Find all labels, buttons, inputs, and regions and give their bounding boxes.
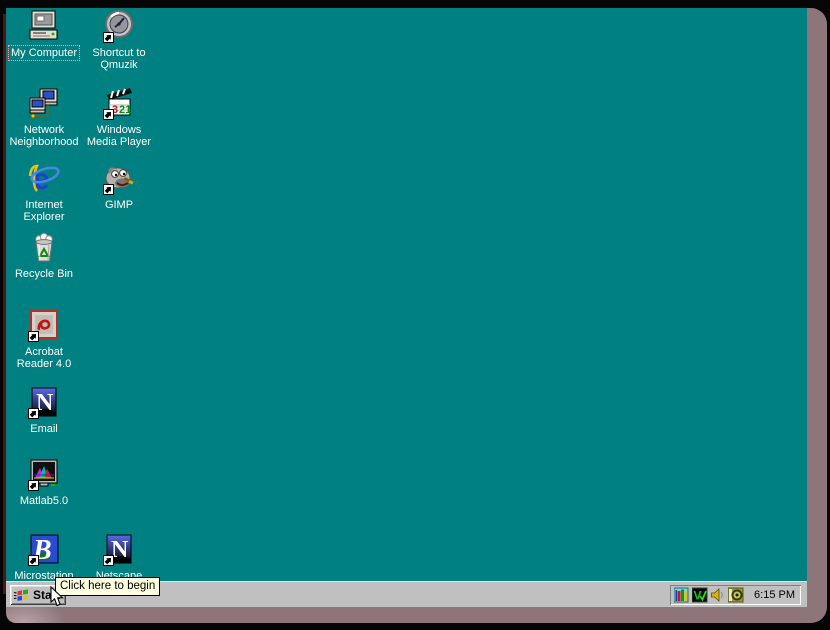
netscape-icon: N <box>103 533 135 565</box>
netscape-mail-icon: N <box>28 386 60 418</box>
desktop-icon-windows-media-player[interactable]: 3 21 Windows Media Player <box>81 87 157 150</box>
shortcut-arrow-icon <box>28 408 39 419</box>
shortcut-arrow-icon <box>103 109 114 120</box>
desktop-icon-gimp[interactable]: GIMP <box>81 162 157 213</box>
matlab-icon <box>28 458 60 490</box>
desktop-icon-qmuzik[interactable]: Shortcut to Qmuzik <box>81 10 157 73</box>
tray-clock[interactable]: 6:15 PM <box>754 589 795 601</box>
icon-label: Shortcut to Qmuzik <box>81 45 157 73</box>
shortcut-arrow-icon <box>103 32 114 43</box>
windows-media-player-icon: 3 21 <box>103 87 135 119</box>
acrobat-reader-icon <box>28 309 60 341</box>
screen: My Computer Shortcut to Qmuzik <box>6 8 807 607</box>
desktop-icon-network-neighborhood[interactable]: Network Neighborhood <box>6 87 82 150</box>
qmuzik-shortcut-icon <box>103 10 135 42</box>
desktop-icon-my-computer[interactable]: My Computer <box>6 10 82 61</box>
icon-label: Recycle Bin <box>12 266 76 282</box>
display-adapter-icon[interactable] <box>728 587 744 603</box>
vshield-antivirus-icon[interactable]: V <box>692 587 708 603</box>
internet-explorer-icon: e <box>28 162 60 194</box>
mouse-cursor-icon <box>50 586 65 607</box>
desktop-icon-recycle-bin[interactable]: Recycle Bin <box>6 231 82 282</box>
icon-label: Matlab5.0 <box>17 493 71 509</box>
recycle-bin-icon <box>28 231 60 263</box>
start-button-tooltip: Click here to begin <box>55 577 160 596</box>
icon-label: Network Neighborhood <box>6 122 82 150</box>
crt-photo-frame: My Computer Shortcut to Qmuzik <box>0 0 830 630</box>
shortcut-arrow-icon <box>28 480 39 491</box>
icon-label: Acrobat Reader 4.0 <box>6 344 82 372</box>
windows-logo-icon <box>14 588 30 603</box>
desktop-icon-email[interactable]: N Email <box>6 386 82 437</box>
desktop-icon-matlab[interactable]: Matlab5.0 <box>6 458 82 509</box>
system-tray: V 6:15 PM <box>670 585 801 605</box>
desktop-icon-acrobat-reader[interactable]: Acrobat Reader 4.0 <box>6 309 82 372</box>
volume-icon[interactable] <box>710 587 726 603</box>
system-resource-meter-icon[interactable] <box>674 587 690 603</box>
shortcut-arrow-icon <box>103 184 114 195</box>
microstation-icon: B <box>28 533 60 565</box>
svg-text:21: 21 <box>119 104 131 116</box>
icon-label: Internet Explorer <box>6 197 82 225</box>
icon-label: Email <box>27 421 61 437</box>
shortcut-arrow-icon <box>28 331 39 342</box>
shortcut-arrow-icon <box>28 555 39 566</box>
icon-label: My Computer <box>8 45 80 61</box>
icon-label: GIMP <box>102 197 136 213</box>
network-neighborhood-icon <box>28 87 60 119</box>
shortcut-arrow-icon <box>103 555 114 566</box>
desktop-icon-internet-explorer[interactable]: e Internet Explorer <box>6 162 82 225</box>
my-computer-icon <box>28 10 60 42</box>
gimp-icon <box>103 162 135 194</box>
icon-label: Windows Media Player <box>81 122 157 150</box>
svg-text:V: V <box>694 589 702 603</box>
